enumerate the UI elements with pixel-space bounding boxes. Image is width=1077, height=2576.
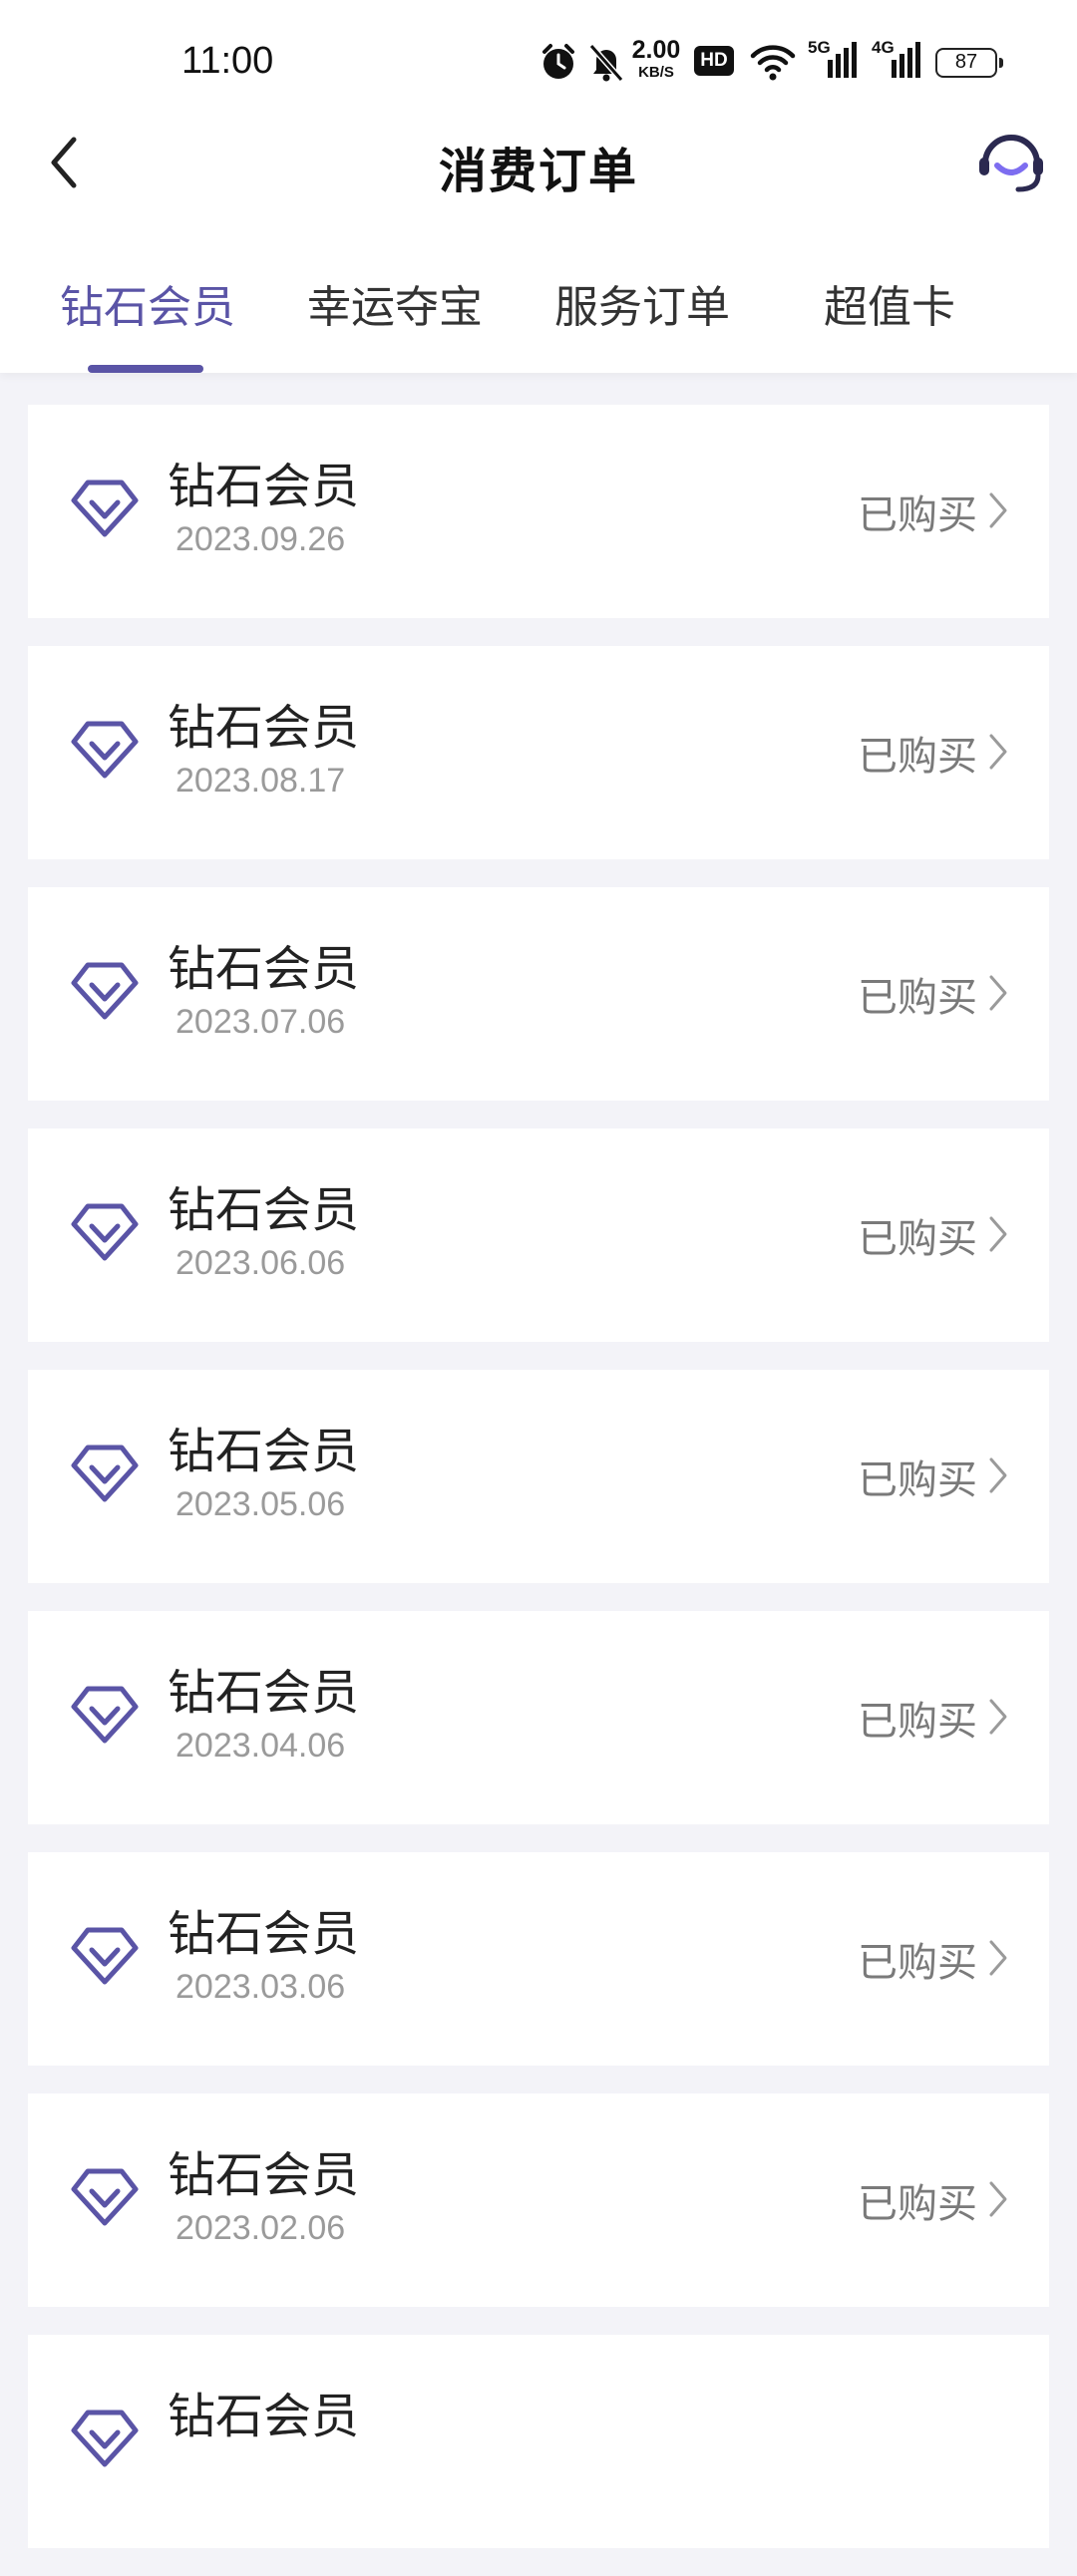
order-item[interactable]: 钻石会员 2023.09.26 已购买 xyxy=(28,405,1049,618)
order-status: 已购买 xyxy=(858,734,977,780)
order-item[interactable]: 钻石会员 2023.02.06 已购买 xyxy=(28,2093,1049,2307)
chevron-right-icon xyxy=(989,975,1007,1011)
wifi-icon xyxy=(750,45,796,81)
order-status: 已购买 xyxy=(858,2181,977,2227)
order-status: 已购买 xyxy=(858,1699,977,1745)
order-date: 2023.05.06 xyxy=(176,1485,346,1523)
chevron-right-icon xyxy=(989,492,1007,528)
chevron-right-icon xyxy=(989,1940,1007,1976)
network-speed-unit: KB/S xyxy=(638,64,674,81)
order-name: 钻石会员 xyxy=(168,459,360,514)
order-name: 钻石会员 xyxy=(168,1182,360,1238)
chevron-right-icon xyxy=(989,1457,1007,1493)
tab-value-card[interactable]: 超值卡 xyxy=(824,271,955,335)
order-status: 已购买 xyxy=(858,492,977,538)
alarm-icon xyxy=(542,44,574,79)
order-item[interactable]: 钻石会员 xyxy=(28,2335,1049,2548)
status-time: 11:00 xyxy=(181,40,274,82)
top-panel: 11:00 2.00 KB/S HD 5G 4G 87 消费订单 钻石会员 幸运… xyxy=(0,0,1077,373)
mute-icon xyxy=(588,44,624,82)
order-date: 2023.04.06 xyxy=(176,1727,346,1765)
signal-4g-icon: 4G xyxy=(872,38,923,82)
diamond-icon xyxy=(71,2410,139,2467)
status-bar: 11:00 2.00 KB/S HD 5G 4G 87 xyxy=(0,0,1077,126)
diamond-icon xyxy=(71,1686,139,1744)
hd-badge-label: HD xyxy=(700,50,728,71)
active-tab-indicator xyxy=(88,365,203,373)
order-name: 钻石会员 xyxy=(168,2147,360,2203)
diamond-icon xyxy=(71,1445,139,1502)
order-date: 2023.03.06 xyxy=(176,1968,346,2006)
order-date: 2023.09.26 xyxy=(176,520,346,558)
signal-5g-icon: 5G xyxy=(808,38,860,82)
battery-level: 87 xyxy=(954,51,978,73)
order-name: 钻石会员 xyxy=(168,700,360,756)
chevron-right-icon xyxy=(989,1216,1007,1252)
network-speed: 2.00 KB/S xyxy=(628,36,684,81)
order-date: 2023.06.06 xyxy=(176,1244,346,1282)
order-tabs: 钻石会员 幸运夺宝 服务订单 超值卡 xyxy=(0,261,1077,373)
order-item[interactable]: 钻石会员 2023.04.06 已购买 xyxy=(28,1611,1049,1824)
battery-icon: 87 xyxy=(935,48,1003,78)
order-item[interactable]: 钻石会员 2023.06.06 已购买 xyxy=(28,1128,1049,1342)
order-status: 已购买 xyxy=(858,1940,977,1986)
diamond-icon xyxy=(71,962,139,1020)
chevron-right-icon xyxy=(989,734,1007,770)
order-status: 已购买 xyxy=(858,975,977,1021)
diamond-icon xyxy=(71,1927,139,1985)
order-name: 钻石会员 xyxy=(168,941,360,997)
diamond-icon xyxy=(71,480,139,537)
order-item[interactable]: 钻石会员 2023.05.06 已购买 xyxy=(28,1370,1049,1583)
order-item[interactable]: 钻石会员 2023.08.17 已购买 xyxy=(28,646,1049,859)
diamond-icon xyxy=(71,1203,139,1261)
diamond-icon xyxy=(71,2168,139,2226)
order-name: 钻石会员 xyxy=(168,1424,360,1479)
tab-lucky-draw[interactable]: 幸运夺宝 xyxy=(307,271,483,335)
order-item[interactable]: 钻石会员 2023.07.06 已购买 xyxy=(28,887,1049,1101)
network-speed-value: 2.00 xyxy=(631,36,681,64)
order-date: 2023.08.17 xyxy=(176,762,346,800)
chevron-right-icon xyxy=(989,1699,1007,1735)
chevron-right-icon xyxy=(989,2181,1007,2217)
order-item[interactable]: 钻石会员 2023.03.06 已购买 xyxy=(28,1852,1049,2066)
order-date: 2023.02.06 xyxy=(176,2209,346,2247)
order-name: 钻石会员 xyxy=(168,2389,360,2444)
order-status: 已购买 xyxy=(858,1216,977,1262)
tab-diamond-member[interactable]: 钻石会员 xyxy=(60,271,235,335)
diamond-icon xyxy=(71,721,139,779)
order-date: 2023.07.06 xyxy=(176,1003,346,1041)
order-name: 钻石会员 xyxy=(168,1906,360,1962)
order-list: 钻石会员 2023.09.26 已购买 钻石会员 2023.08.17 已购买 … xyxy=(28,405,1049,2576)
tab-service-orders[interactable]: 服务订单 xyxy=(554,271,730,335)
headset-icon[interactable] xyxy=(975,126,1047,197)
page-title: 消费订单 xyxy=(438,144,638,199)
hd-icon: HD xyxy=(694,46,734,76)
order-status: 已购买 xyxy=(858,1457,977,1503)
order-name: 钻石会员 xyxy=(168,1665,360,1721)
